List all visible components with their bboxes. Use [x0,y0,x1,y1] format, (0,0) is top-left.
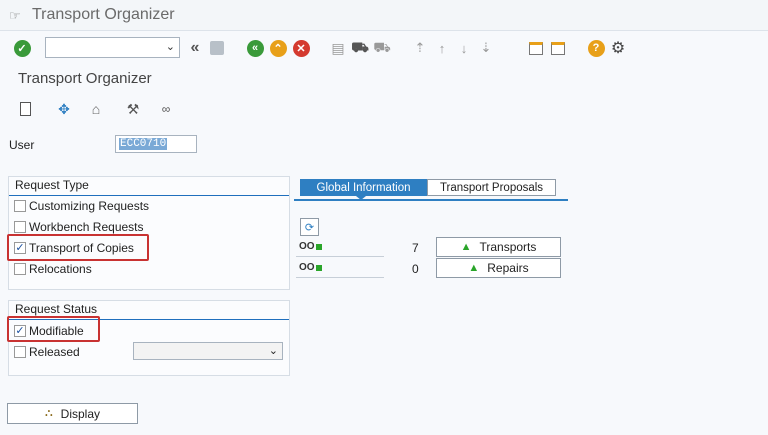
checkbox-label: Workbench Requests [29,220,144,234]
button-label: Transports [479,240,537,254]
application-toolbar: ✥ ⌂ ⚒ ∞ [0,96,768,122]
first-page-icon[interactable]: ⇡ [410,38,430,58]
checkbox-box[interactable] [14,221,26,233]
checkbox-label: Released [29,345,80,359]
chevron-down-icon[interactable]: ⌄ [166,40,175,53]
save-icon[interactable] [207,38,227,58]
tab-label: Transport Proposals [439,181,544,194]
chevron-down-icon[interactable]: ⌄ [269,344,278,357]
cancel-icon[interactable]: ✕ [291,38,311,58]
hierarchy-icon: ⛬ [44,407,53,419]
active-tab-pointer [356,196,366,200]
button-label: Display [60,406,101,421]
tab-underline [294,199,568,201]
button-label: Repairs [487,261,529,275]
import-icon[interactable]: ⌂ [87,100,105,118]
next-page-icon[interactable]: ↓ [454,38,474,58]
repairs-button[interactable]: ▲ Repairs [436,258,561,278]
refresh-icon[interactable]: ⟳ [300,218,319,236]
highlight-box [7,234,149,261]
help-icon[interactable]: ? [586,38,606,58]
tab-transport-proposals[interactable]: Transport Proposals [427,179,556,196]
command-field[interactable]: ⌄ [45,37,180,58]
highlight-box [7,316,100,342]
checkbox-box[interactable] [14,346,26,358]
user-label: User [9,138,35,152]
window-title: Transport Organizer [32,6,175,23]
customizing-requests-checkbox[interactable]: Customizing Requests [14,198,149,214]
settings-gear-icon[interactable]: ⚙ [608,38,628,58]
title-bar: ☞ Transport Organizer [0,0,768,31]
request-type-title: Request Type [15,178,89,192]
transports-button[interactable]: ▲ Transports [436,237,561,257]
repair-icon: ▲ [468,262,480,274]
checkbox-label: Relocations [29,262,92,276]
repairs-count: 0 [412,262,419,276]
checkbox-label: Customizing Requests [29,199,150,213]
user-input[interactable]: ECC0710 [115,135,197,153]
last-page-icon[interactable]: ⇣ [476,38,496,58]
find-icon[interactable]: ⛟ [350,38,370,58]
display-glasses-icon[interactable]: ∞ [157,100,175,118]
transport-truck-icon: ▲ [460,241,472,253]
back-double-chevron-icon[interactable]: « [185,38,205,58]
tab-label: Global Information [316,181,411,194]
checkbox-box[interactable] [14,200,26,212]
exit-menu-icon[interactable]: ☞ [9,8,21,24]
relocations-checkbox[interactable]: Relocations [14,261,92,277]
transports-count: 7 [412,241,419,255]
find-next-icon[interactable]: ⛟ [372,38,392,58]
released-checkbox[interactable]: Released [14,344,80,360]
status-indicator: OO [299,262,322,273]
workbench-requests-checkbox[interactable]: Workbench Requests [14,219,144,235]
previous-page-icon[interactable]: ↑ [432,38,452,58]
tab-global-information[interactable]: Global Information [300,179,427,196]
request-status-title: Request Status [15,302,98,316]
generate-shortcut-icon[interactable] [548,38,568,58]
row-divider [296,256,384,257]
user-value: ECC0710 [119,138,168,150]
back-icon[interactable]: « [245,38,265,58]
standard-toolbar: ✓ ⌄ « « ⌃ ✕ ▤ ⛟ ⛟ ⇡ ↑ ↓ ⇣ ? ⚙ [0,31,768,65]
screen-title: Transport Organizer [18,70,152,87]
print-icon[interactable]: ▤ [328,38,348,58]
checkbox-box[interactable] [14,263,26,275]
exit-icon[interactable]: ⌃ [268,38,288,58]
tools-icon[interactable]: ⚒ [124,100,142,118]
released-date-select[interactable]: ⌄ [133,342,283,360]
row-divider [296,277,384,278]
move-icon[interactable]: ✥ [55,100,73,118]
enter-check-icon[interactable]: ✓ [12,38,32,58]
status-indicator: OO [299,241,322,252]
display-button[interactable]: ⛬ Display [7,403,138,424]
create-session-icon[interactable] [526,38,546,58]
new-document-icon[interactable] [16,100,34,118]
